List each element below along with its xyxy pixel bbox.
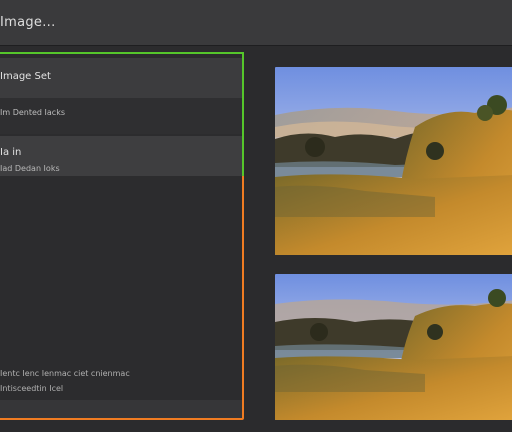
list-item[interactable]: Im Dented Iacks	[0, 98, 242, 134]
footer-text: Ientc Ienc Ienmac ciet cnienmac	[0, 369, 130, 378]
panel-footer-bar	[0, 400, 242, 418]
image-list-panel[interactable]: Image Set Im Dented Iacks Ia in Iad Deda…	[0, 52, 244, 420]
landscape-photo	[275, 67, 512, 255]
list-item-label: Im Dented Iacks	[0, 108, 65, 117]
list-item-sublabel: Iad Dedan Ioks	[0, 164, 60, 173]
landscape-photo	[275, 274, 512, 420]
window-title: Image...	[0, 15, 56, 30]
top-bar: Image...	[0, 0, 512, 46]
list-item-label: Ia in	[0, 147, 22, 158]
footer-text: Intisceedtin Icel	[0, 384, 64, 393]
landscape-image-2[interactable]	[275, 274, 512, 420]
list-item-label: Image Set	[0, 71, 51, 82]
list-item[interactable]: Image Set	[0, 58, 242, 98]
list-item[interactable]: Ia in Iad Dedan Ioks	[0, 136, 242, 176]
landscape-image-1[interactable]	[275, 67, 512, 255]
